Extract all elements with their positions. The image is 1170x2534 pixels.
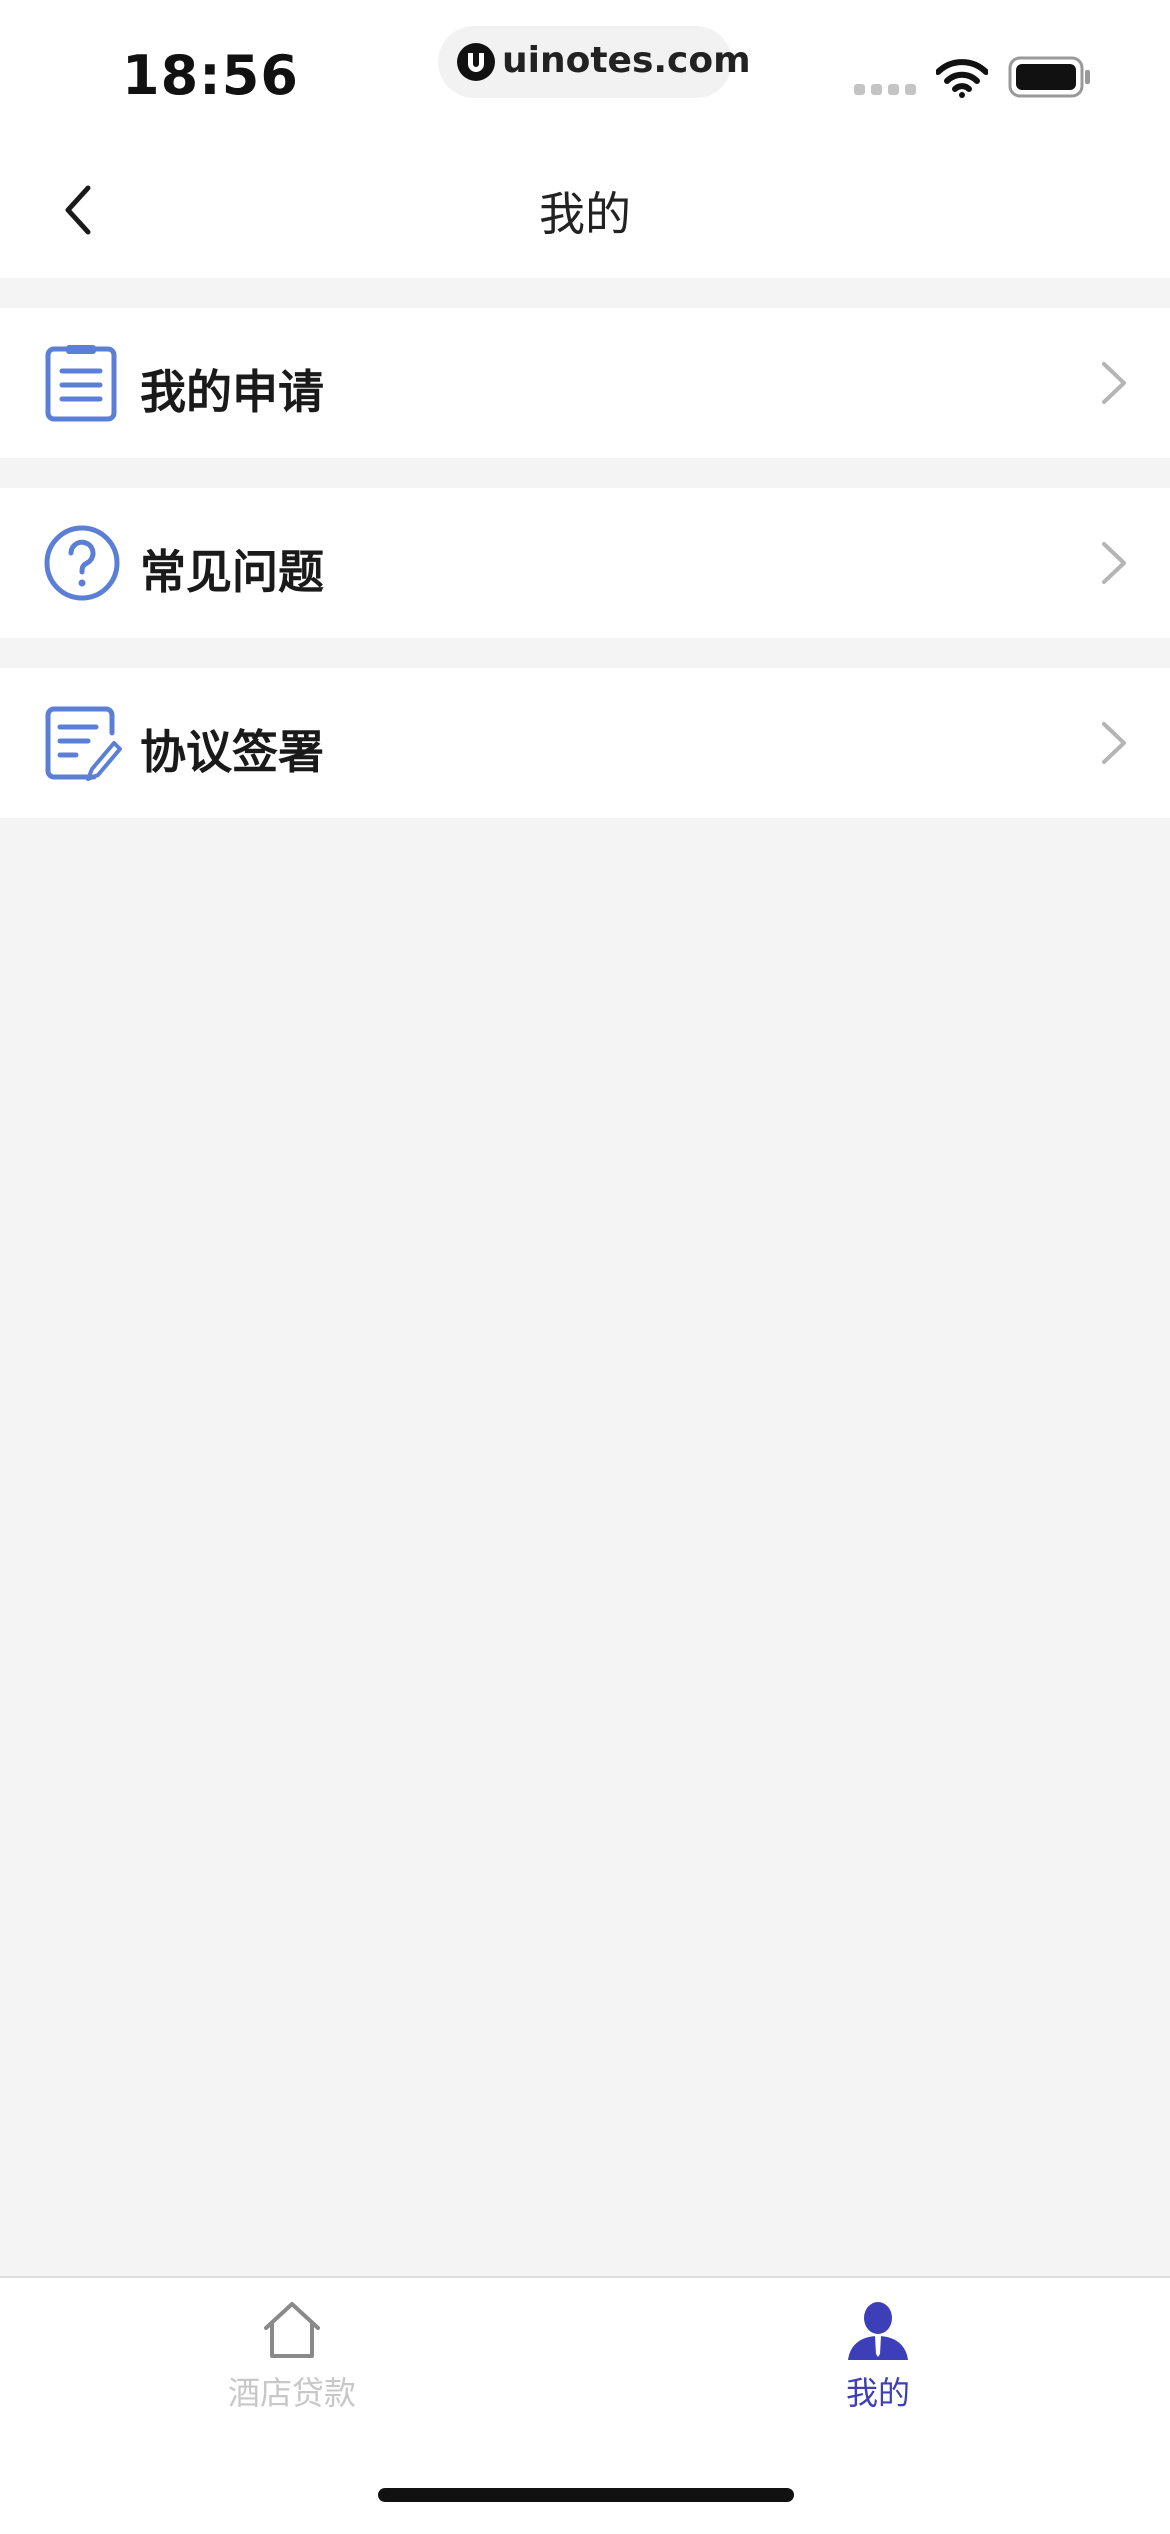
menu-item-faq[interactable]: 常见问题 bbox=[0, 488, 1170, 638]
menu-item-label: 协议签署 bbox=[140, 725, 324, 779]
chevron-right-icon bbox=[1102, 542, 1126, 584]
tab-label: 酒店贷款 bbox=[227, 2374, 356, 2412]
chevron-right-icon bbox=[1102, 722, 1126, 764]
battery-icon bbox=[1008, 56, 1090, 98]
home-indicator[interactable] bbox=[378, 2488, 794, 2502]
tab-hotel-loan[interactable]: 酒店贷款 bbox=[142, 2298, 442, 2428]
document-sign-icon bbox=[45, 706, 122, 781]
chevron-right-icon bbox=[1102, 362, 1126, 404]
uinotes-logo-icon bbox=[457, 43, 495, 81]
home-icon bbox=[264, 2302, 320, 2358]
menu-item-label: 我的申请 bbox=[140, 365, 324, 419]
document-list-icon bbox=[45, 345, 117, 422]
menu-item-my-applications[interactable]: 我的申请 bbox=[0, 308, 1170, 458]
person-icon bbox=[848, 2302, 908, 2360]
url-pill[interactable]: uinotes.com bbox=[438, 26, 751, 98]
url-text: uinotes.com bbox=[502, 40, 751, 81]
menu-item-agreement-signing[interactable]: 协议签署 bbox=[0, 668, 1170, 818]
status-bar: 18:56 uinotes.com bbox=[0, 0, 1170, 140]
tab-mine[interactable]: 我的 bbox=[728, 2298, 1028, 2428]
wifi-icon bbox=[936, 59, 988, 98]
tab-label: 我的 bbox=[845, 2374, 910, 2412]
status-time: 18:56 bbox=[122, 44, 299, 107]
question-circle-icon bbox=[44, 525, 120, 601]
page-title: 我的 bbox=[539, 187, 631, 241]
menu-item-label: 常见问题 bbox=[140, 545, 324, 599]
nav-bar: 我的 bbox=[0, 140, 1170, 278]
cellular-signal-icon bbox=[854, 84, 916, 95]
